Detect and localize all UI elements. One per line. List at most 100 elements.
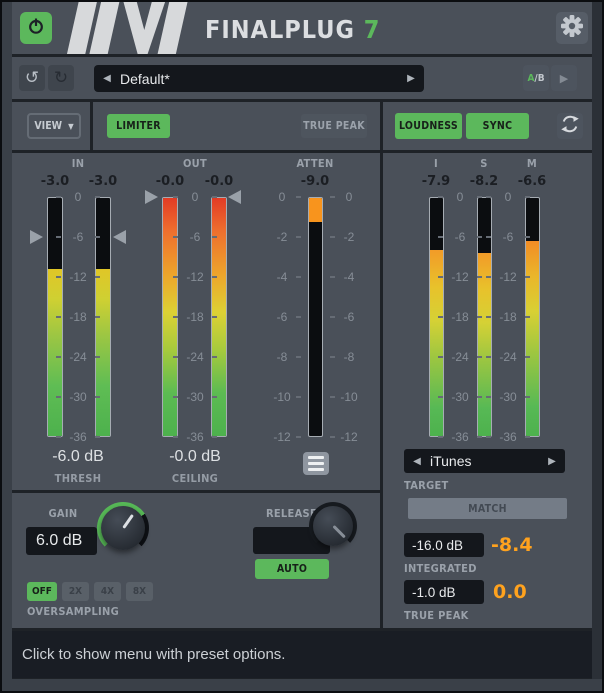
view-label: VIEW bbox=[34, 120, 62, 132]
play-icon: ▶ bbox=[560, 72, 568, 85]
lufs-m-title: M bbox=[502, 157, 562, 170]
thresh-readout[interactable]: -6.0 dB bbox=[28, 448, 128, 466]
brand-logo-icon bbox=[57, 2, 190, 54]
target-next-icon[interactable]: ▶ bbox=[539, 456, 565, 467]
reset-measurement-button[interactable] bbox=[557, 113, 583, 139]
release-knob-face bbox=[313, 506, 353, 546]
page-title: FINALPLUG 7 bbox=[205, 15, 380, 44]
undo-icon: ↺ bbox=[25, 68, 39, 88]
thresh-marker-right[interactable] bbox=[113, 230, 126, 244]
oversampling-4x-button[interactable]: 4X bbox=[94, 582, 121, 601]
ab-b-label: /B bbox=[534, 73, 544, 84]
settings-button[interactable] bbox=[556, 12, 588, 44]
target-label: TARGET bbox=[404, 479, 449, 492]
frame-strip-left bbox=[2, 2, 12, 679]
thresh-label: THRESH bbox=[28, 472, 128, 485]
loudness-section: LOUDNESS SYNC bbox=[383, 102, 592, 150]
out-left-value: -0.0 bbox=[145, 174, 195, 189]
integrated-live-value: -8.4 bbox=[491, 534, 533, 556]
controls-panel: GAIN 6.0 dB OFF 2X 4X 8X OVERSAMPLING RE… bbox=[12, 493, 380, 628]
preset-prev-icon[interactable]: ◀ bbox=[94, 73, 120, 84]
limiter-label: LIMITER bbox=[116, 120, 161, 132]
atten-menu-button[interactable] bbox=[303, 452, 329, 475]
gain-knob-face bbox=[101, 506, 145, 550]
oversampling-label: OVERSAMPLING bbox=[27, 605, 119, 618]
integrated-target-field[interactable]: -16.0 dB bbox=[404, 533, 484, 557]
gain-value-field[interactable]: 6.0 dB bbox=[26, 527, 97, 555]
loudness-toggle[interactable]: LOUDNESS bbox=[395, 113, 462, 139]
preset-play-button[interactable]: ▶ bbox=[551, 65, 577, 91]
oversampling-4x-label: 4X bbox=[101, 586, 114, 597]
out-meter-title: OUT bbox=[165, 157, 225, 170]
target-value: iTunes bbox=[430, 453, 539, 469]
preset-next-icon[interactable]: ▶ bbox=[398, 73, 424, 84]
out-right-value: -0.0 bbox=[194, 174, 244, 189]
thresh-marker-left[interactable] bbox=[30, 230, 43, 244]
view-dropdown[interactable]: VIEW ▼ bbox=[27, 113, 81, 139]
preset-selector[interactable]: ◀ Default* ▶ bbox=[94, 65, 424, 92]
limiter-toggle[interactable]: LIMITER bbox=[107, 114, 170, 138]
true-peak-target-field[interactable]: -1.0 dB bbox=[404, 580, 484, 604]
atten-scale-left: 0-2 -4-6 -8-10 -12 bbox=[260, 197, 304, 437]
ab-a-label: A bbox=[527, 73, 534, 84]
view-section: VIEW ▼ bbox=[12, 102, 90, 150]
redo-button[interactable]: ↻ bbox=[48, 65, 74, 91]
lufs-s-value: -8.2 bbox=[459, 174, 509, 189]
sync-label: SYNC bbox=[483, 120, 513, 132]
power-icon bbox=[26, 16, 46, 41]
app-name: FINALPLUG bbox=[205, 15, 355, 44]
oversampling-off-label: OFF bbox=[32, 586, 52, 597]
app-version: 7 bbox=[364, 15, 381, 44]
preset-name: Default* bbox=[120, 71, 398, 87]
true-peak-target-value: -1.0 dB bbox=[412, 585, 456, 600]
integrated-label: INTEGRATED bbox=[404, 562, 477, 575]
oversampling-2x-label: 2X bbox=[69, 586, 82, 597]
chevron-down-icon: ▼ bbox=[68, 122, 74, 131]
lufs-scale-right: 0-6 -12-18 -24-30 -36 bbox=[483, 197, 533, 437]
target-selector[interactable]: ◀ iTunes ▶ bbox=[404, 449, 565, 473]
sync-toggle[interactable]: SYNC bbox=[466, 113, 529, 139]
loudness-label: LOUDNESS bbox=[399, 120, 458, 132]
in-right-value: -3.0 bbox=[78, 174, 128, 189]
limiter-meters-panel: IN -3.0 -3.0 0-6 -12-18 -24-30 -36 -6.0 … bbox=[12, 153, 380, 490]
target-prev-icon[interactable]: ◀ bbox=[404, 456, 430, 467]
gear-icon bbox=[560, 14, 584, 43]
atten-value: -9.0 bbox=[290, 174, 340, 189]
in-meter-title: IN bbox=[48, 157, 108, 170]
power-button[interactable] bbox=[20, 12, 52, 44]
atten-meter-title: ATTEN bbox=[285, 157, 345, 170]
auto-label: AUTO bbox=[277, 563, 307, 575]
ceiling-label: CEILING bbox=[145, 472, 245, 485]
in-left-value: -3.0 bbox=[30, 174, 80, 189]
ceiling-readout[interactable]: -0.0 dB bbox=[145, 448, 245, 466]
oversampling-off-button[interactable]: OFF bbox=[27, 582, 57, 601]
gain-label: GAIN bbox=[33, 507, 93, 520]
redo-icon: ↻ bbox=[54, 68, 68, 88]
undo-button[interactable]: ↺ bbox=[19, 65, 45, 91]
lufs-m-value: -6.6 bbox=[507, 174, 557, 189]
in-meter-scale: 0-6 -12-18 -24-30 -36 bbox=[53, 197, 103, 437]
gain-knob-pointer bbox=[122, 514, 134, 529]
release-knob-pointer bbox=[332, 525, 345, 538]
sync-circle-icon bbox=[560, 114, 580, 139]
out-meter-scale: 0-6 -12-18 -24-30 -36 bbox=[170, 197, 220, 437]
loudness-panel: I S M -7.9 -8.2 -6.6 0-6 -12-18 -24-30 -… bbox=[383, 153, 592, 628]
lufs-i-value: -7.9 bbox=[411, 174, 461, 189]
limiter-section: LIMITER TRUE PEAK bbox=[93, 102, 380, 150]
ab-compare-button[interactable]: A/B bbox=[523, 65, 549, 91]
match-label: MATCH bbox=[468, 503, 507, 515]
ceiling-marker-right[interactable] bbox=[228, 190, 241, 204]
match-button[interactable]: MATCH bbox=[408, 498, 567, 519]
atten-scale-right: 0-2 -4-6 -8-10 -12 bbox=[327, 197, 371, 437]
ceiling-marker-left[interactable] bbox=[145, 190, 158, 204]
release-auto-toggle[interactable]: AUTO bbox=[255, 559, 329, 579]
gain-knob[interactable] bbox=[97, 502, 149, 554]
release-knob[interactable] bbox=[309, 502, 357, 550]
oversampling-8x-button[interactable]: 8X bbox=[126, 582, 153, 601]
atten-meter bbox=[308, 197, 323, 437]
frame-strip-right bbox=[592, 2, 602, 679]
oversampling-2x-button[interactable]: 2X bbox=[62, 582, 89, 601]
gain-value: 6.0 dB bbox=[36, 532, 82, 550]
plugin-window: FINALPLUG 7 ↺ bbox=[0, 0, 604, 693]
true-peak-toggle[interactable]: TRUE PEAK bbox=[301, 114, 367, 138]
